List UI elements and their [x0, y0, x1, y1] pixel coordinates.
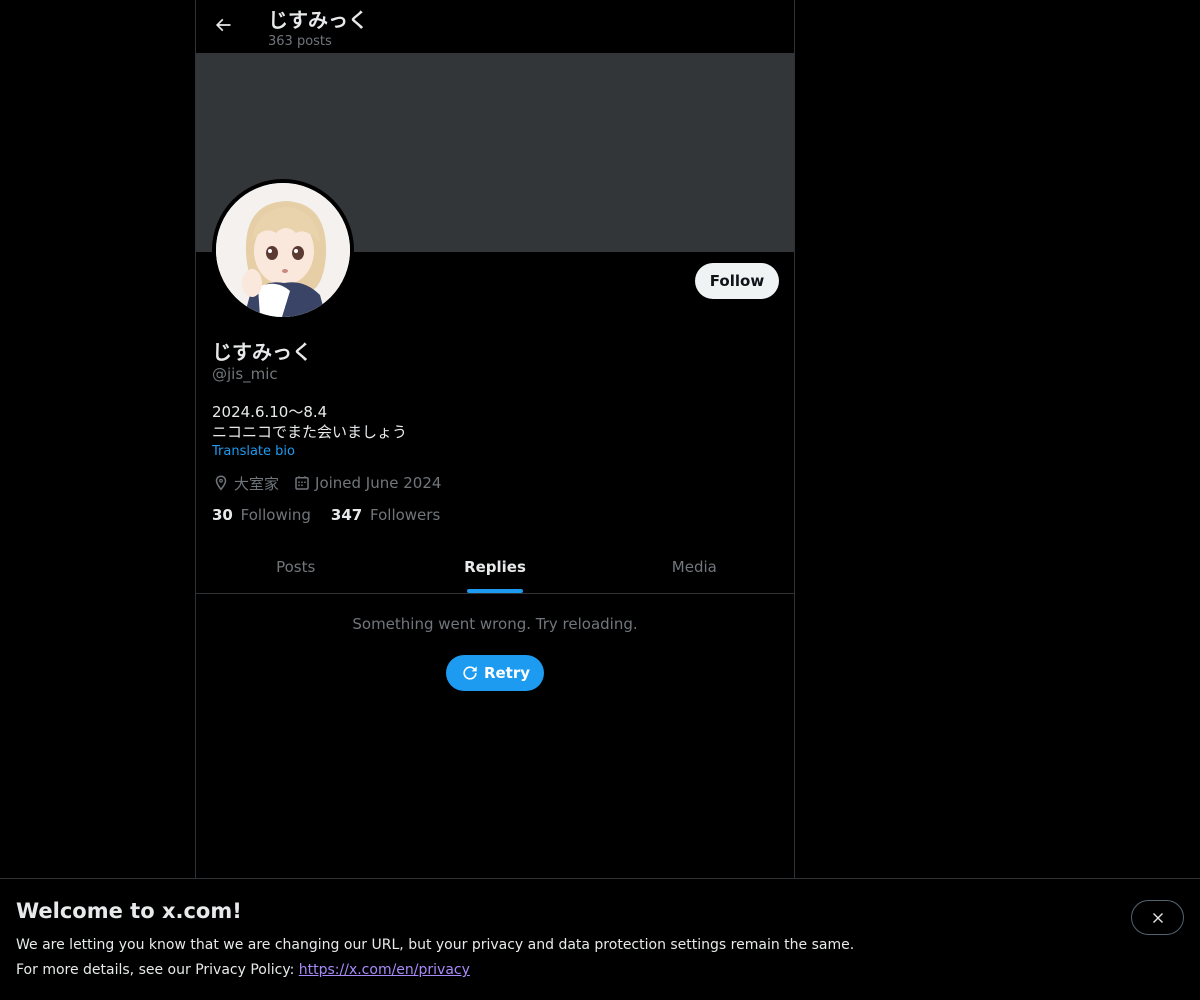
user-handle: @jis_mic: [212, 365, 278, 383]
close-banner-button[interactable]: [1131, 900, 1184, 935]
privacy-policy-link[interactable]: https://x.com/en/privacy: [299, 962, 470, 978]
error-message: Something went wrong. Try reloading.: [352, 615, 638, 633]
tab-media-label: Media: [671, 557, 717, 576]
privacy-text: For more details, see our Privacy Policy…: [16, 962, 470, 978]
followers-count: 347: [330, 506, 363, 524]
following-label: Following: [240, 506, 311, 524]
bio-line-2: ニコニコでまた会いましょう: [212, 423, 408, 441]
profile-meta: 大室家 Joined June 2024: [212, 473, 455, 493]
arrow-left-icon: [215, 18, 231, 32]
display-name: じすみっく: [212, 340, 312, 364]
location-item: 大室家: [212, 473, 279, 494]
joined-text: Joined June 2024: [315, 474, 442, 492]
tab-posts-label: Posts: [276, 557, 316, 576]
back-button[interactable]: [206, 8, 240, 42]
refresh-icon: [463, 666, 477, 680]
tab-media[interactable]: Media: [595, 540, 794, 593]
profile-column: じすみっく 363 posts Follow じすみっく @jis_mic 20…: [195, 0, 795, 1000]
tab-replies[interactable]: Replies: [395, 540, 594, 593]
location-pin-icon: [215, 475, 227, 491]
close-icon: [1152, 912, 1163, 923]
anime-girl-avatar-icon: [216, 183, 350, 317]
tab-replies-label: Replies: [464, 557, 526, 576]
translate-bio-link[interactable]: Translate bio: [212, 444, 295, 459]
followers-link[interactable]: 347 Followers: [331, 506, 440, 524]
location-text: 大室家: [234, 474, 280, 493]
follow-button[interactable]: Follow: [695, 263, 779, 299]
following-link[interactable]: 30 Following: [212, 506, 311, 524]
welcome-title: Welcome to x.com!: [16, 899, 242, 923]
follow-counts: 30 Following 347 Followers: [212, 506, 460, 524]
tab-posts[interactable]: Posts: [196, 540, 395, 593]
followers-label: Followers: [370, 506, 441, 524]
welcome-text: We are letting you know that we are chan…: [16, 937, 855, 953]
privacy-prefix: For more details, see our Privacy Policy…: [16, 962, 295, 978]
following-count: 30: [212, 506, 233, 524]
active-tab-indicator: [466, 589, 523, 593]
header-title: じすみっく: [268, 8, 368, 32]
bio-line-1: 2024.6.10〜8.4: [212, 403, 328, 421]
post-count: 363 posts: [268, 34, 332, 49]
joined-item: Joined June 2024: [293, 474, 441, 492]
profile-tabs: Posts Replies Media: [196, 540, 794, 594]
retry-label: Retry: [483, 664, 531, 682]
welcome-banner: Welcome to x.com! We are letting you kno…: [0, 878, 1200, 1000]
avatar[interactable]: [212, 179, 354, 321]
retry-button[interactable]: Retry: [446, 655, 544, 691]
calendar-icon: [295, 476, 309, 490]
top-bar: じすみっく 363 posts: [196, 0, 794, 53]
